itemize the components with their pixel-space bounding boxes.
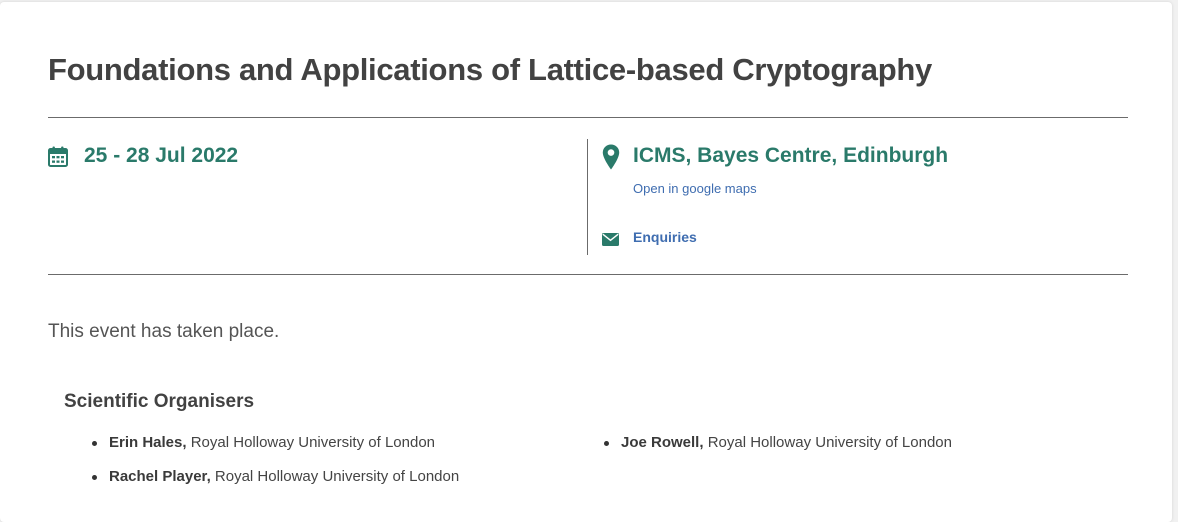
event-date: 25 - 28 Jul 2022 (84, 144, 239, 167)
organiser-item: Rachel Player, Royal Holloway University… (90, 468, 459, 502)
event-card: Foundations and Applications of Lattice-… (0, 2, 1172, 522)
event-venue: ICMS, Bayes Centre, Edinburgh (633, 144, 949, 167)
organiser-item: Joe Rowell, Royal Holloway University of… (602, 434, 952, 468)
organiser-affiliation: Royal Holloway University of London (703, 434, 952, 451)
vertical-divider (587, 139, 588, 255)
organiser-name: Rachel Player, (109, 468, 211, 485)
map-pin-icon (602, 144, 620, 170)
bottom-divider (48, 274, 1128, 275)
enquiries-link[interactable]: Enquiries (633, 229, 697, 245)
top-divider (48, 117, 1128, 118)
organiser-affiliation: Royal Holloway University of London (186, 434, 435, 451)
calendar-icon (48, 146, 68, 167)
organisers-heading: Scientific Organisers (64, 391, 255, 412)
envelope-icon (602, 233, 619, 246)
google-maps-link[interactable]: Open in google maps (633, 181, 757, 196)
event-status: This event has taken place. (48, 321, 280, 342)
organiser-item: Erin Hales, Royal Holloway University of… (90, 434, 459, 468)
organisers-list-left: Erin Hales, Royal Holloway University of… (90, 434, 459, 502)
organiser-name: Erin Hales, (109, 434, 187, 451)
page-title: Foundations and Applications of Lattice-… (48, 52, 932, 87)
organiser-name: Joe Rowell, (621, 434, 704, 451)
organisers-list-right: Joe Rowell, Royal Holloway University of… (602, 434, 952, 468)
organiser-affiliation: Royal Holloway University of London (210, 468, 460, 485)
